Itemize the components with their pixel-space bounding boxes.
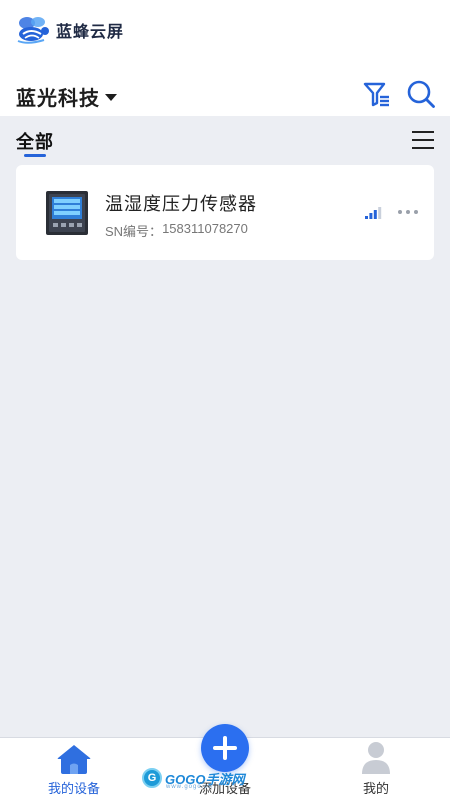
company-name: 蓝光科技 [16,88,100,110]
nav-my-devices[interactable]: 我的设备 [29,738,119,800]
signal-bar [369,213,373,219]
menu-icon[interactable] [412,131,434,151]
watermark-sub: www.gogo.cn [166,784,213,790]
signal-bar [365,216,368,219]
signal-bar [378,207,382,219]
device-card[interactable]: 温湿度压力传感器 SN编号： 158311078270 [16,165,434,260]
bee-logo-icon [17,17,49,44]
tab-all[interactable]: 全部 [16,128,54,154]
tab-active-indicator [24,154,46,157]
top-bar: 蓝蜂云屏 蓝光科技 [0,0,450,116]
app-name: 蓝蜂云屏 [56,24,125,41]
nav-mine[interactable]: 我的 [331,738,421,800]
device-sn: SN编号： 158311078270 [105,221,248,240]
app-logo: 蓝蜂云屏 [14,14,124,46]
search-icon[interactable] [406,79,436,109]
home-icon [57,745,91,774]
user-icon [362,742,390,774]
signal-strength-icon [365,207,382,219]
device-name: 温湿度压力传感器 [105,194,257,214]
device-sn-value: 158311078270 [162,221,248,236]
nav-mine-label: 我的 [362,781,389,796]
device-sn-label: SN编号： [105,224,163,239]
nav-my-devices-label: 我的设备 [47,781,100,796]
device-meter-icon [46,191,88,235]
watermark: G GOGO手游网 www.gogo.cn [142,768,244,790]
watermark-logo-icon: G [142,768,162,788]
company-selector[interactable]: 蓝光科技 [16,82,117,111]
filter-icon[interactable] [362,79,392,109]
signal-bar [373,210,377,219]
caret-down-icon [105,94,117,101]
more-options-icon[interactable] [398,203,418,221]
add-device-button[interactable] [201,724,249,772]
